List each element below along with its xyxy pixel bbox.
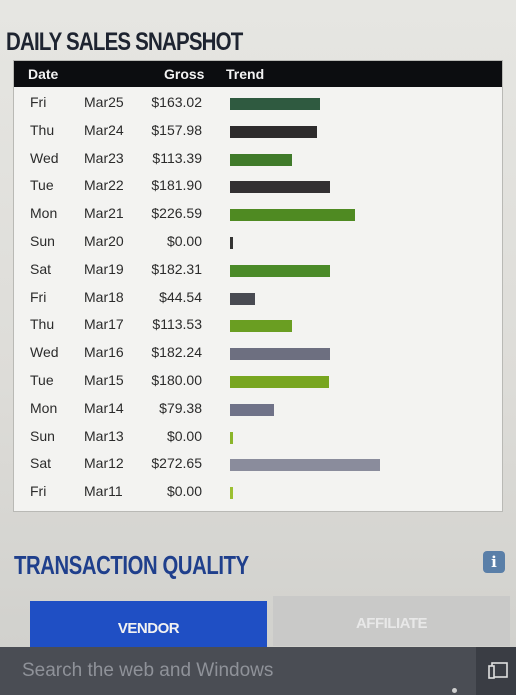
table-row: Sun Mar13 $0.00 (14, 423, 502, 451)
trend-bar (230, 459, 380, 472)
row-day: Tue (30, 372, 54, 388)
row-gross: $0.00 (166, 483, 202, 500)
row-day: Sun (30, 233, 55, 249)
row-gross: $79.38 (159, 399, 202, 416)
trend-bar (230, 376, 330, 388)
row-date: Mar11 (84, 483, 123, 500)
row-gross: $181.90 (151, 177, 202, 194)
table-row: Sun Mar20 $0.00 (14, 228, 502, 256)
row-gross: $226.59 (151, 205, 202, 222)
row-date: Mar24 (84, 121, 124, 138)
row-date: Mar15 (84, 372, 124, 388)
table-row: Thu Mar17 $113.53 (14, 311, 502, 339)
trend-column-header: Trend (226, 66, 265, 82)
row-gross: $0.00 (166, 233, 202, 249)
table-row: Fri Mar18 $44.54 (14, 284, 502, 312)
table-row: Tue Mar15 $180.00 (14, 367, 502, 395)
row-gross: $180.00 (151, 372, 202, 388)
row-date: Mar13 (84, 427, 124, 444)
trend-bar (230, 264, 331, 277)
tab-vendor[interactable]: VENDOR (30, 601, 267, 647)
trend-bar (230, 348, 331, 361)
trend-bar (230, 292, 255, 305)
table-row: Tue Mar22 $181.90 (14, 172, 502, 200)
row-gross: $113.53 (152, 316, 202, 333)
transaction-quality-title: TRANSACTION QUALITY (14, 550, 249, 580)
row-day: Thu (30, 121, 55, 138)
row-day: Mon (30, 205, 58, 222)
row-day: Fri (30, 94, 47, 110)
row-day: Wed (30, 149, 59, 166)
row-date: Mar16 (84, 344, 124, 361)
row-gross: $113.39 (152, 149, 202, 166)
row-day: Sat (30, 260, 52, 277)
trend-bar (230, 125, 317, 138)
row-gross: $0.00 (166, 427, 202, 444)
row-date: Mar25 (84, 94, 124, 110)
trend-bar (230, 98, 320, 110)
row-date: Mar21 (84, 205, 124, 222)
row-day: Sat (30, 455, 52, 472)
table-row: Sat Mar19 $182.31 (14, 256, 502, 284)
tray-dot (452, 688, 457, 693)
row-day: Wed (30, 344, 59, 361)
trend-bar (230, 181, 331, 194)
table-row: Thu Mar24 $157.98 (14, 117, 502, 145)
row-date: Mar19 (84, 260, 124, 277)
row-gross: $157.98 (151, 121, 202, 138)
trend-bar (230, 320, 293, 333)
trend-bar (230, 431, 233, 444)
page-title: DAILY SALES SNAPSHOT (6, 28, 243, 56)
trend-bar (230, 403, 274, 416)
row-date: Mar12 (84, 455, 124, 472)
row-gross: $272.65 (151, 455, 202, 472)
trend-bar (230, 487, 233, 500)
table-row: Fri Mar25 $163.02 (14, 89, 502, 117)
trend-bar (230, 153, 293, 166)
row-day: Fri (30, 288, 47, 305)
table-row: Fri Mar11 $0.00 (14, 478, 502, 506)
row-date: Mar23 (84, 149, 124, 166)
row-day: Fri (30, 483, 47, 500)
windows-taskbar (0, 647, 516, 695)
page: DAILY SALES SNAPSHOT Date Gross Trend Fr… (0, 0, 516, 695)
gross-column-header: Gross (164, 66, 205, 82)
row-date: Mar17 (84, 316, 124, 333)
row-gross: $163.02 (151, 94, 202, 110)
row-gross: $44.54 (159, 288, 202, 305)
row-gross: $182.31 (151, 260, 202, 277)
table-row: Mon Mar14 $79.38 (14, 395, 502, 423)
row-day: Thu (30, 316, 55, 333)
trend-bar (230, 237, 233, 249)
row-date: Mar20 (84, 233, 124, 249)
task-view-icon[interactable] (488, 661, 510, 681)
date-column-header: Date (28, 66, 59, 82)
row-day: Tue (30, 177, 54, 194)
tab-affiliate[interactable]: AFFILIATE (273, 596, 510, 646)
table-row: Mon Mar21 $226.59 (14, 200, 502, 228)
row-date: Mar22 (84, 177, 124, 194)
row-gross: $182.24 (151, 344, 202, 361)
table-header: Date Gross Trend (14, 61, 502, 87)
row-day: Sun (30, 427, 55, 444)
trend-bar (230, 209, 355, 222)
daily-sales-table: Date Gross Trend Fri Mar25 $163.02 Thu Mar24… (13, 60, 503, 512)
info-icon[interactable]: i (483, 551, 505, 573)
table-row: Wed Mar16 $182.24 (14, 339, 502, 367)
search-input[interactable] (0, 647, 476, 695)
row-date: Mar14 (84, 399, 124, 416)
row-date: Mar18 (84, 288, 124, 305)
row-day: Mon (30, 399, 58, 416)
table-row: Sat Mar12 $272.65 (14, 450, 502, 478)
table-row: Wed Mar23 $113.39 (14, 145, 502, 173)
